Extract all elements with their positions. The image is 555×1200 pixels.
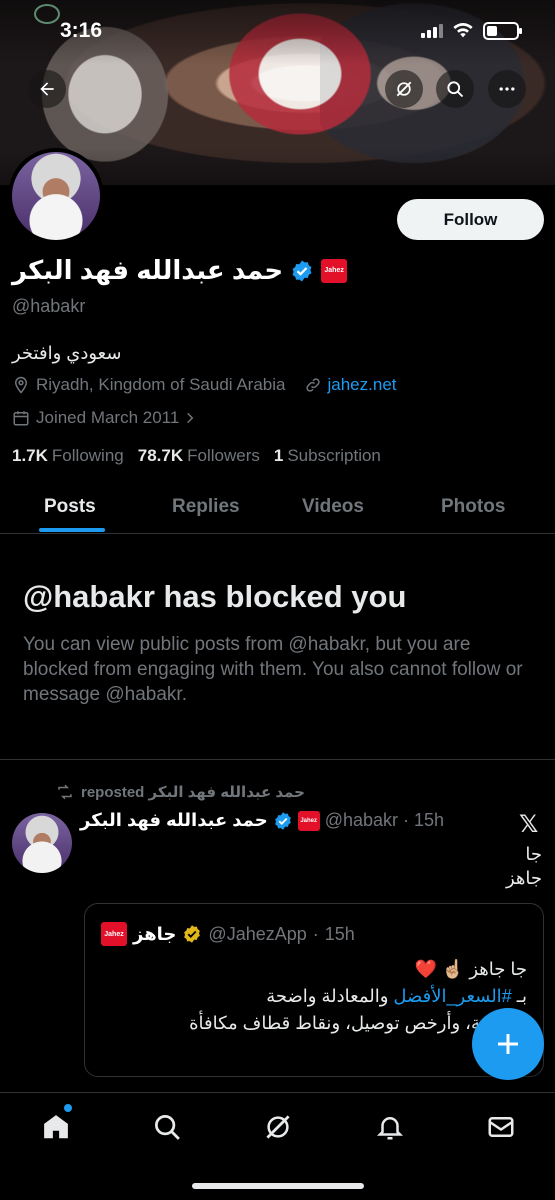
wifi-icon [453, 23, 473, 38]
profile-bio: سعودي وافتخر [12, 343, 122, 363]
profile-handle: @habakr [12, 296, 86, 316]
link-icon [305, 378, 320, 392]
post-author-name[interactable]: حمد عبدالله فهد البكر [80, 810, 268, 831]
verified-badge-icon[interactable] [290, 259, 314, 283]
post-author-handle[interactable]: @habakr [325, 810, 398, 831]
profile-joined-row[interactable]: Joined March 2011 [12, 408, 203, 428]
more-icon [499, 87, 515, 91]
repost-indicator: حمد عبدالله فهد البكر reposted [55, 783, 305, 801]
compose-button[interactable] [472, 1008, 544, 1080]
jahez-avatar: Jahez [101, 922, 127, 946]
quoted-author-name: جاهز [133, 923, 177, 944]
post-author-avatar[interactable] [12, 813, 72, 873]
profile-name: حمد عبدالله فهد البكر [12, 255, 284, 285]
blocked-description: You can view public posts from @habakr, … [23, 634, 523, 705]
jahez-affiliate-badge: Jahez [297, 810, 320, 831]
more-button[interactable] [488, 70, 526, 108]
profile-meta-row: Riyadh, Kingdom of Saudi Arabia jahez.ne… [12, 375, 397, 395]
jahez-affiliate-badge[interactable]: Jahez [321, 258, 348, 283]
quoted-post-header: Jahez جاهز @JahezApp · 15h [101, 922, 355, 946]
followers-stat[interactable]: 78.7K Followers [138, 446, 260, 466]
search-button[interactable] [436, 70, 474, 108]
verified-badge-icon [274, 811, 291, 830]
notification-dot [64, 1104, 72, 1112]
profile-stats: 1.7K Following 78.7K Followers 1 Subscripti… [12, 446, 381, 466]
status-logo-icon [34, 4, 60, 24]
repost-icon [58, 784, 72, 800]
signal-icon [421, 24, 443, 38]
profile-avatar[interactable] [8, 148, 104, 244]
follow-button[interactable]: Follow [397, 199, 544, 240]
tab-videos[interactable]: Videos [302, 480, 364, 534]
location-pin-icon [14, 376, 28, 394]
bell-icon[interactable] [375, 1112, 405, 1142]
plus-icon [498, 1034, 518, 1054]
tab-replies[interactable]: Replies [172, 480, 240, 534]
following-stat[interactable]: 1.7K Following [12, 446, 124, 466]
x-logo-icon: 𝕏 [519, 810, 539, 838]
post-text: جا جاهز [505, 844, 542, 888]
search-icon [447, 81, 464, 98]
hashtag-link[interactable]: #السعر_الأفضل [393, 986, 511, 1006]
grok-icon [396, 81, 412, 97]
profile-website-link[interactable]: jahez.net [328, 375, 397, 395]
tab-photos[interactable]: Photos [441, 480, 505, 534]
quoted-author-handle: @JahezApp [208, 923, 307, 944]
quoted-time: 15h [324, 923, 355, 944]
tab-posts[interactable]: Posts [44, 480, 96, 534]
gold-verified-icon [184, 925, 201, 943]
home-indicator [192, 1183, 364, 1189]
divider [0, 759, 555, 760]
blocked-title: @habakr has blocked you [23, 579, 407, 614]
status-time: 3:16 [60, 19, 103, 42]
post-dot: · [403, 810, 409, 830]
calendar-icon [13, 411, 29, 426]
profile-name-row: حمد عبدالله فهد البكر Jahez [12, 255, 348, 286]
search-icon[interactable] [152, 1112, 182, 1142]
profile-location: Riyadh, Kingdom of Saudi Arabia [36, 375, 286, 394]
back-arrow-icon [40, 82, 54, 96]
subscription-stat[interactable]: 1 Subscription [274, 446, 381, 466]
back-button[interactable] [28, 70, 66, 108]
quoted-post-text: جا جاهز ☝🏼 ❤️ بـ #السعر_الأفضل والمعادلة… [189, 959, 527, 1060]
home-icon[interactable] [41, 1112, 71, 1142]
post-header: حمد عبدالله فهد البكر Jahez @habakr · 15… [80, 810, 444, 831]
profile-joined: Joined March 2011 [36, 408, 180, 427]
post-time: 15h [414, 810, 445, 830]
repost-label: حمد عبدالله فهد البكر reposted [81, 784, 305, 801]
mail-icon[interactable] [486, 1112, 516, 1142]
chevron-right-icon [187, 412, 194, 424]
profile-tabs: Posts Replies Videos Photos [0, 480, 555, 534]
grok-icon[interactable] [263, 1112, 293, 1142]
quoted-dot: · [312, 923, 319, 944]
grok-button[interactable] [385, 70, 423, 108]
battery-icon [483, 22, 522, 40]
active-tab-indicator [39, 528, 105, 532]
